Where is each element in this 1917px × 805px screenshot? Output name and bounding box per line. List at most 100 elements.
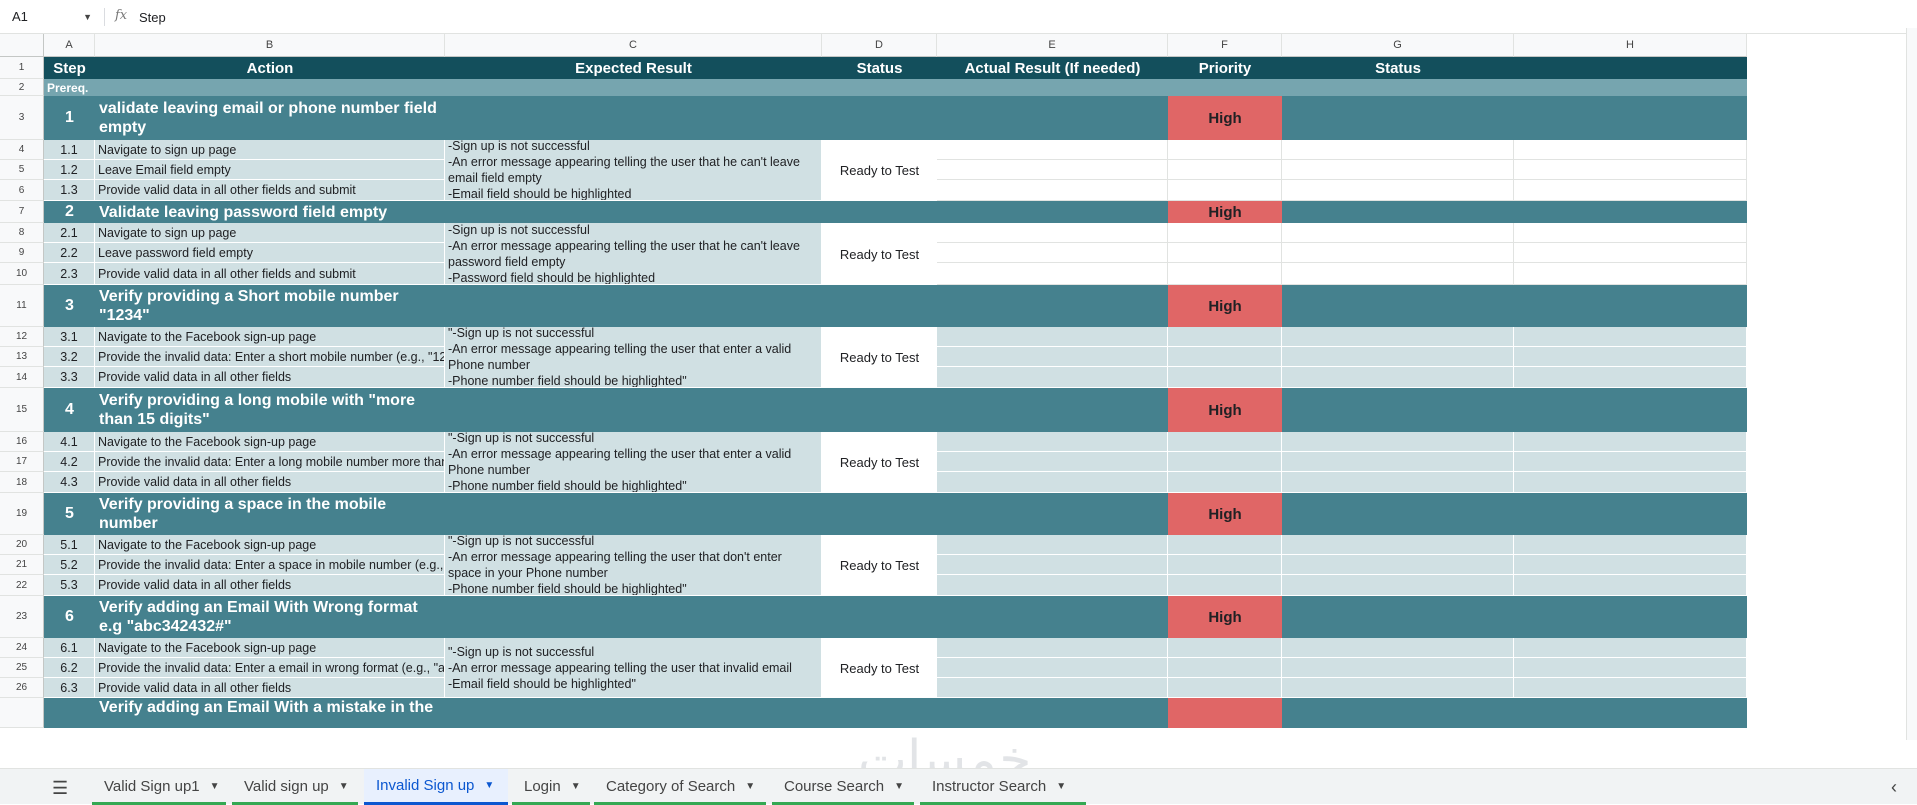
section-title[interactable]: validate leaving email or phone number f… xyxy=(95,96,445,140)
step-number[interactable]: 6.3 xyxy=(44,678,95,698)
empty-cell[interactable] xyxy=(1168,535,1282,555)
empty-cell[interactable] xyxy=(1168,367,1282,388)
select-all-corner[interactable] xyxy=(0,34,44,57)
expected-result[interactable]: -Sign up is not successful -An error mess… xyxy=(445,140,822,201)
row-header[interactable]: 7 xyxy=(0,201,44,223)
step-action[interactable]: Navigate to the Facebook sign-up page xyxy=(95,535,445,555)
header-priority[interactable]: Priority xyxy=(1168,57,1282,79)
empty-cell[interactable] xyxy=(1514,575,1747,596)
header-status[interactable]: Status xyxy=(822,57,937,79)
empty-cell[interactable] xyxy=(1168,658,1282,678)
status-cell[interactable]: Ready to Test xyxy=(822,223,937,285)
empty-cell[interactable] xyxy=(1168,575,1282,596)
empty-cell[interactable] xyxy=(937,575,1168,596)
section-fill[interactable] xyxy=(1282,285,1747,327)
sheet-tab[interactable]: Invalid Sign up ▼ xyxy=(364,769,508,805)
caret-down-icon[interactable]: ▼ xyxy=(894,769,904,805)
section-title[interactable]: Verify providing a long mobile with "mor… xyxy=(95,388,445,432)
section-fill[interactable] xyxy=(445,96,1168,140)
header-expected[interactable]: Expected Result xyxy=(445,57,822,79)
empty-cell[interactable] xyxy=(1168,347,1282,367)
step-number[interactable]: 1.3 xyxy=(44,180,95,201)
priority-badge[interactable]: High xyxy=(1168,285,1282,327)
step-action[interactable]: Navigate to sign up page xyxy=(95,140,445,160)
step-action[interactable]: Provide valid data in all other fields xyxy=(95,472,445,493)
expected-result[interactable]: "-Sign up is not successful -An error mes… xyxy=(445,327,822,388)
section-fill[interactable] xyxy=(1282,388,1747,432)
empty-cell[interactable] xyxy=(1168,432,1282,452)
empty-cell[interactable] xyxy=(1514,452,1747,472)
priority-badge[interactable]: High xyxy=(1168,96,1282,140)
section-fill[interactable] xyxy=(445,493,1168,535)
row-header[interactable]: 17 xyxy=(0,452,44,472)
step-number[interactable]: 3.3 xyxy=(44,367,95,388)
empty-cell[interactable] xyxy=(937,452,1168,472)
vertical-scrollbar[interactable] xyxy=(1906,28,1917,740)
sheet-tab[interactable]: Login ▼ xyxy=(512,769,590,805)
row-header[interactable]: 3 xyxy=(0,96,44,140)
empty-cell[interactable] xyxy=(1282,180,1514,201)
empty-cell[interactable] xyxy=(1514,263,1747,285)
column-header-g[interactable]: G xyxy=(1282,34,1514,57)
empty-cell[interactable] xyxy=(1168,243,1282,263)
empty-cell[interactable] xyxy=(1282,367,1514,388)
caret-down-icon[interactable]: ▼ xyxy=(210,769,220,805)
status-cell[interactable]: Ready to Test xyxy=(822,327,937,388)
empty-cell[interactable] xyxy=(1514,180,1747,201)
sheet-tab[interactable]: Instructor Search ▼ xyxy=(920,769,1086,805)
section-fill[interactable] xyxy=(1282,596,1747,638)
step-action[interactable]: Provide valid data in all other fields xyxy=(95,575,445,596)
empty-cell[interactable] xyxy=(937,347,1168,367)
empty-cell[interactable] xyxy=(1168,223,1282,243)
empty-cell[interactable] xyxy=(937,327,1168,347)
row-header[interactable]: 5 xyxy=(0,160,44,180)
step-number[interactable]: 4.3 xyxy=(44,472,95,493)
empty-cell[interactable] xyxy=(1514,367,1747,388)
empty-cell[interactable] xyxy=(1168,160,1282,180)
empty-cell[interactable] xyxy=(1514,432,1747,452)
section-fill[interactable] xyxy=(1282,96,1747,140)
empty-cell[interactable] xyxy=(1282,327,1514,347)
step-number[interactable]: 5.2 xyxy=(44,555,95,575)
empty-cell[interactable] xyxy=(1282,243,1514,263)
row-header[interactable] xyxy=(0,698,44,728)
header-actual[interactable]: Actual Result (If needed) xyxy=(937,57,1168,79)
section-number[interactable] xyxy=(44,698,95,728)
step-action[interactable]: Navigate to sign up page xyxy=(95,223,445,243)
empty-cell[interactable] xyxy=(1514,472,1747,493)
spreadsheet-grid[interactable]: A B C D E F G H 1 2 3 4 5 6 7 8 9 10 11 12 13 14 15 16 17 18 19 20 2… xyxy=(0,34,1917,746)
empty-cell[interactable] xyxy=(1514,327,1747,347)
step-number[interactable]: 2.1 xyxy=(44,223,95,243)
step-number[interactable]: 5.3 xyxy=(44,575,95,596)
section-number[interactable]: 2 xyxy=(44,201,95,223)
row-header[interactable]: 18 xyxy=(0,472,44,493)
empty-cell[interactable] xyxy=(1168,140,1282,160)
sheet-tab[interactable]: Valid Sign up1 ▼ xyxy=(92,769,226,805)
row-header[interactable]: 26 xyxy=(0,678,44,698)
empty-cell[interactable] xyxy=(1282,432,1514,452)
step-action[interactable]: Provide valid data in all other fields a… xyxy=(95,263,445,285)
step-number[interactable]: 1.2 xyxy=(44,160,95,180)
section-number[interactable]: 3 xyxy=(44,285,95,327)
step-number[interactable]: 6.1 xyxy=(44,638,95,658)
empty-cell[interactable] xyxy=(937,658,1168,678)
section-number[interactable]: 5 xyxy=(44,493,95,535)
row-header[interactable]: 1 xyxy=(0,57,44,79)
row-header[interactable]: 16 xyxy=(0,432,44,452)
row-header[interactable]: 6 xyxy=(0,180,44,201)
caret-down-icon[interactable]: ▼ xyxy=(745,769,755,805)
empty-cell[interactable] xyxy=(1514,140,1747,160)
empty-cell[interactable] xyxy=(1514,678,1747,698)
sheet-tab[interactable]: Valid sign up ▼ xyxy=(232,769,358,805)
status-cell[interactable]: Ready to Test xyxy=(822,535,937,596)
empty-cell[interactable] xyxy=(1168,452,1282,472)
column-header-b[interactable]: B xyxy=(95,34,445,57)
row-header[interactable]: 25 xyxy=(0,658,44,678)
formula-input[interactable]: Step xyxy=(139,10,166,25)
expected-result[interactable]: "-Sign up is not successful -An error mes… xyxy=(445,535,822,596)
sheet-tab[interactable]: Category of Search ▼ xyxy=(594,769,766,805)
empty-cell[interactable] xyxy=(1282,678,1514,698)
empty-cell[interactable] xyxy=(937,223,1168,243)
empty-cell[interactable] xyxy=(1514,535,1747,555)
section-title[interactable]: Verify adding an Email With Wrong format… xyxy=(95,596,445,638)
